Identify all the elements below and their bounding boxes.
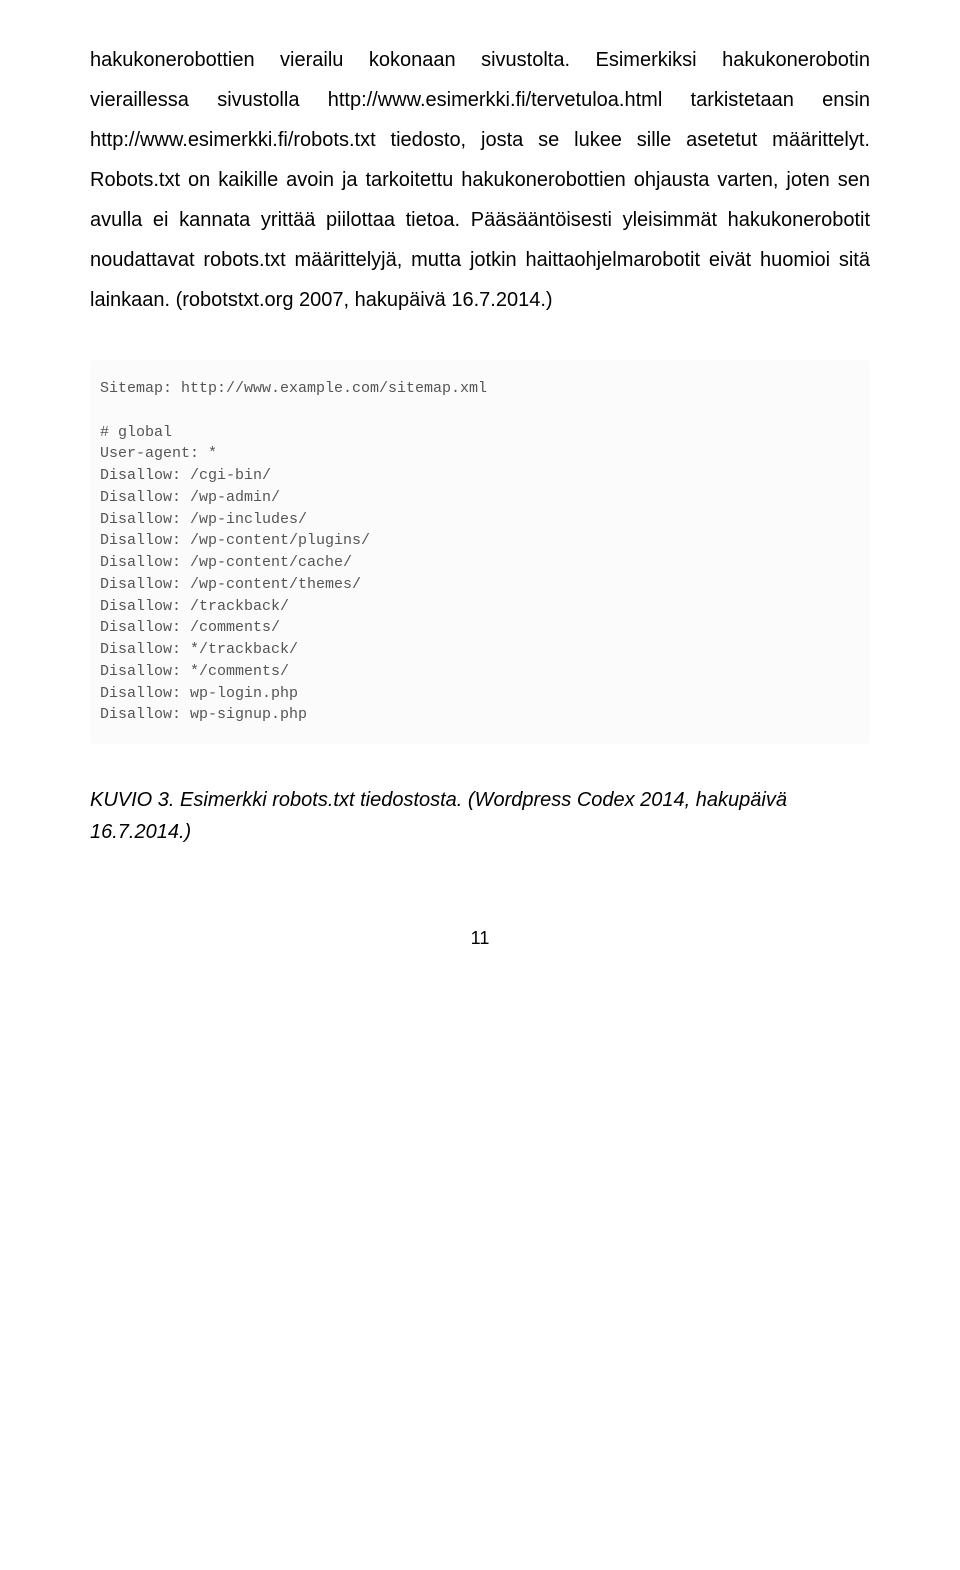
document-page: hakukonerobottien vierailu kokonaan sivu… (0, 0, 960, 989)
page-number: 11 (90, 928, 870, 949)
body-paragraph: hakukonerobottien vierailu kokonaan sivu… (90, 40, 870, 320)
figure-caption: KUVIO 3. Esimerkki robots.txt tiedostost… (90, 784, 870, 848)
robots-txt-code-block: Sitemap: http://www.example.com/sitemap.… (90, 360, 870, 744)
